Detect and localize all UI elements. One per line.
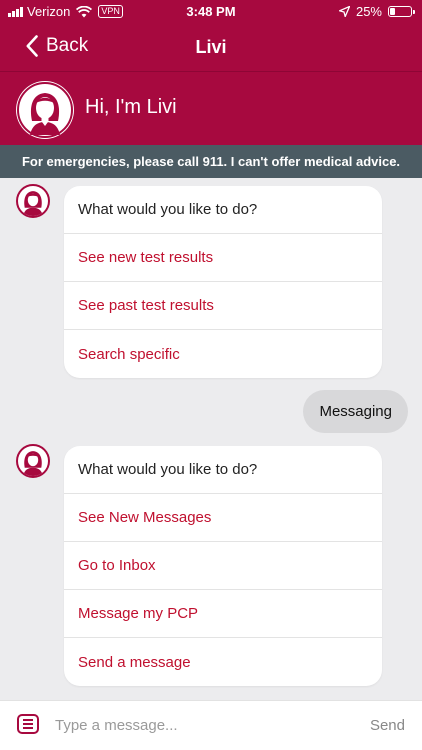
option-see-new-messages[interactable]: See New Messages bbox=[64, 494, 382, 542]
battery-icon bbox=[388, 6, 415, 17]
emergency-banner: For emergencies, please call 911. I can'… bbox=[0, 145, 422, 178]
status-right: 25% bbox=[338, 4, 415, 19]
status-bar: Verizon VPN 3:48 PM 25% bbox=[0, 0, 422, 24]
assistant-options-card: What would you like to do? See New Messa… bbox=[64, 446, 382, 686]
option-go-to-inbox[interactable]: Go to Inbox bbox=[64, 542, 382, 590]
battery-percent: 25% bbox=[355, 4, 382, 19]
location-arrow-icon bbox=[338, 6, 350, 17]
assistant-face-icon bbox=[23, 451, 43, 476]
assistant-prompt: What would you like to do? bbox=[64, 446, 382, 494]
nav-title: Livi bbox=[195, 37, 227, 57]
assistant-options-card: What would you like to do? See new test … bbox=[64, 186, 382, 378]
assistant-face-icon bbox=[23, 191, 43, 216]
send-button[interactable]: Send bbox=[370, 717, 405, 734]
assistant-greeting: Hi, I'm Livi bbox=[85, 96, 177, 118]
option-see-new-test-results[interactable]: See new test results bbox=[64, 234, 382, 282]
assistant-avatar-small bbox=[16, 184, 50, 218]
user-message-bubble: Messaging bbox=[303, 390, 408, 433]
assistant-header: Hi, I'm Livi bbox=[0, 72, 422, 145]
option-send-a-message[interactable]: Send a message bbox=[64, 638, 382, 686]
nav-bar: Back Livi bbox=[0, 24, 422, 72]
assistant-face-icon bbox=[17, 82, 73, 138]
assistant-avatar-small bbox=[16, 444, 50, 478]
composer-bar: Send bbox=[0, 700, 422, 750]
battery-fill bbox=[390, 8, 395, 15]
menu-icon[interactable] bbox=[17, 714, 39, 734]
assistant-avatar bbox=[16, 81, 74, 139]
option-search-specific[interactable]: Search specific bbox=[64, 330, 382, 378]
option-message-my-pcp[interactable]: Message my PCP bbox=[64, 590, 382, 638]
message-input[interactable] bbox=[55, 713, 345, 737]
assistant-prompt: What would you like to do? bbox=[64, 186, 382, 234]
option-see-past-test-results[interactable]: See past test results bbox=[64, 282, 382, 330]
app: Verizon VPN 3:48 PM 25% Back Livi Hi, I'… bbox=[0, 0, 422, 750]
